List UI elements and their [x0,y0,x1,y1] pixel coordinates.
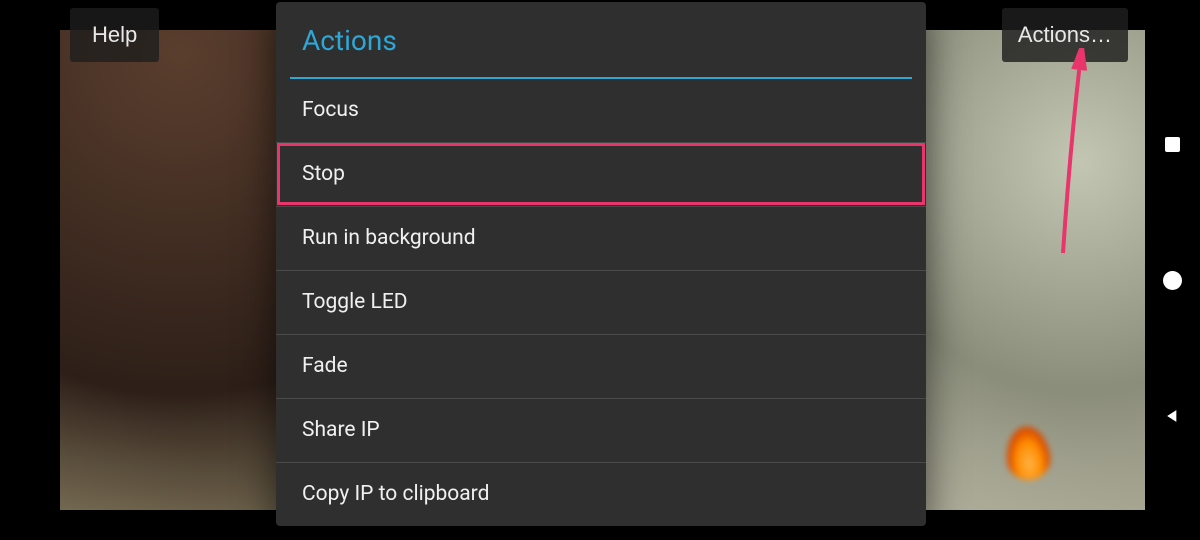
actions-menu-item-fade[interactable]: Fade [276,334,926,398]
actions-menu-item-run-in-background[interactable]: Run in background [276,206,926,270]
recent-apps-icon[interactable] [1159,130,1187,158]
back-icon[interactable] [1159,402,1187,430]
actions-menu-item-stop[interactable]: Stop [276,142,926,206]
actions-menu-item-focus[interactable]: Focus [276,79,926,142]
help-button[interactable]: Help [70,8,159,62]
android-nav-bar [1145,0,1200,540]
actions-button[interactable]: Actions… [1002,8,1128,62]
actions-menu-title: Actions [276,2,926,77]
actions-menu-list: FocusStopRun in backgroundToggle LEDFade… [276,79,926,526]
actions-menu-item-copy-ip-to-clipboard[interactable]: Copy IP to clipboard [276,462,926,526]
actions-menu: Actions FocusStopRun in backgroundToggle… [276,2,926,526]
letterbox-left [0,0,60,540]
flame-decoration [1003,424,1052,482]
actions-menu-item-toggle-led[interactable]: Toggle LED [276,270,926,334]
actions-menu-item-share-ip[interactable]: Share IP [276,398,926,462]
home-icon[interactable] [1159,266,1187,294]
